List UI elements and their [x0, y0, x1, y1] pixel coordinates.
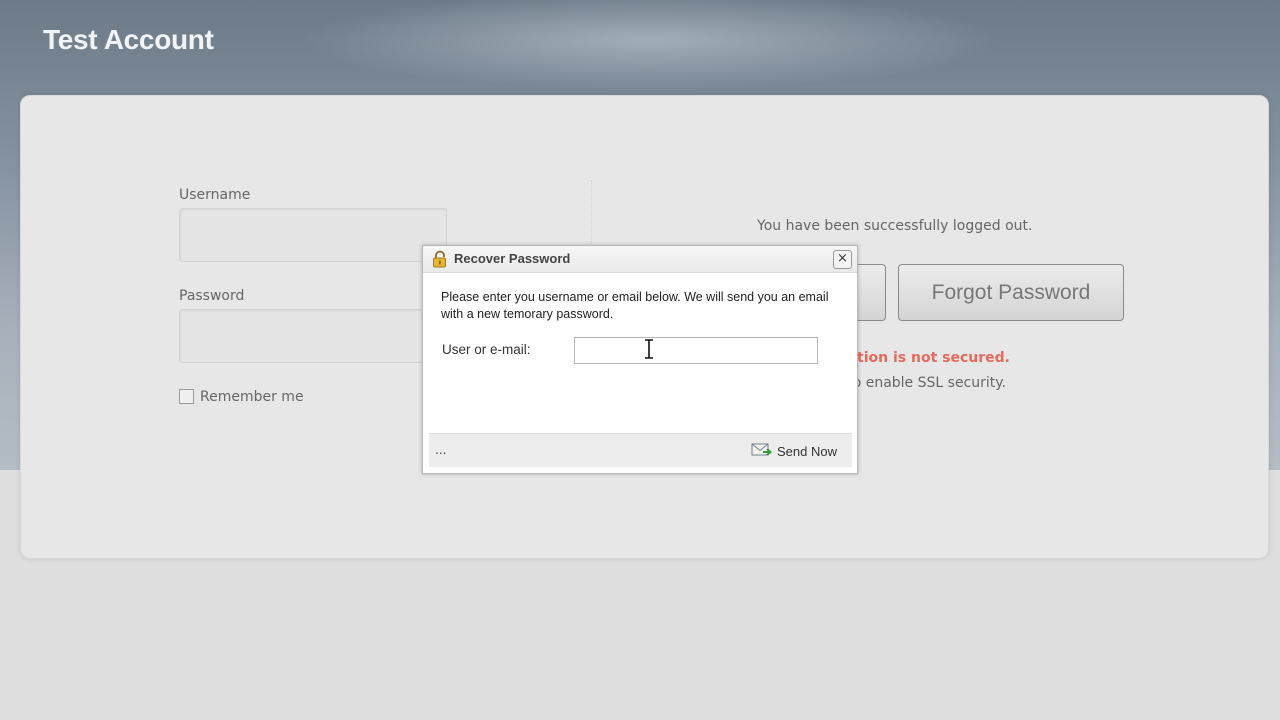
remember-me-label: Remember me	[200, 389, 304, 405]
send-now-button[interactable]: Send Now	[751, 440, 837, 462]
user-or-email-input[interactable]	[574, 337, 818, 364]
dialog-title: Recover Password	[454, 251, 571, 266]
logout-message: You have been successfully logged out.	[757, 218, 1033, 234]
dialog-titlebar: Recover Password ×	[423, 246, 857, 273]
forgot-password-button[interactable]: Forgot Password	[898, 264, 1124, 321]
remember-me-checkbox[interactable]	[179, 389, 194, 404]
send-mail-icon	[751, 441, 777, 462]
password-label: Password	[179, 288, 245, 304]
app-title: Test Account	[43, 24, 214, 55]
username-input[interactable]	[179, 208, 447, 262]
password-input[interactable]	[179, 309, 447, 363]
recover-password-dialog: Recover Password × Please enter you user…	[422, 245, 858, 474]
close-icon[interactable]: ×	[833, 250, 852, 269]
text-cursor-icon	[643, 338, 655, 365]
dialog-message: Please enter you username or email below…	[441, 290, 829, 321]
user-or-email-label: User or e-mail:	[442, 342, 531, 357]
footer-status-text: ...	[435, 443, 447, 457]
username-label: Username	[179, 187, 251, 203]
dialog-footer: ... Send Now	[429, 433, 852, 467]
send-now-label: Send Now	[777, 443, 837, 459]
lock-icon	[431, 250, 449, 272]
